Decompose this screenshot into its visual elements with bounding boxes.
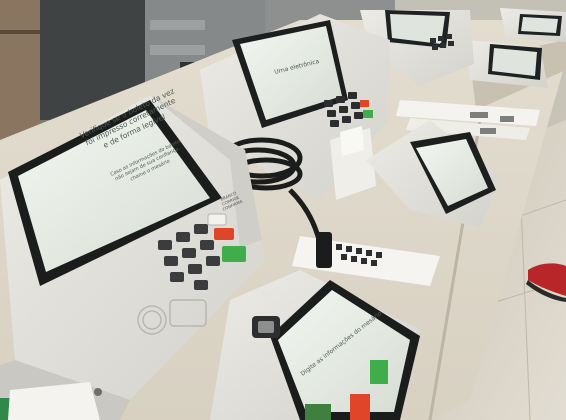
scene-illustration <box>0 0 566 420</box>
correct-key-icon <box>350 394 370 420</box>
voting-machines-scene: Verifique se o boleto da vez foi impress… <box>0 0 566 420</box>
confirm-key-icon <box>370 360 388 384</box>
correct-key <box>214 228 234 240</box>
far-machine-1 <box>500 8 566 42</box>
confirm-key <box>222 246 246 262</box>
